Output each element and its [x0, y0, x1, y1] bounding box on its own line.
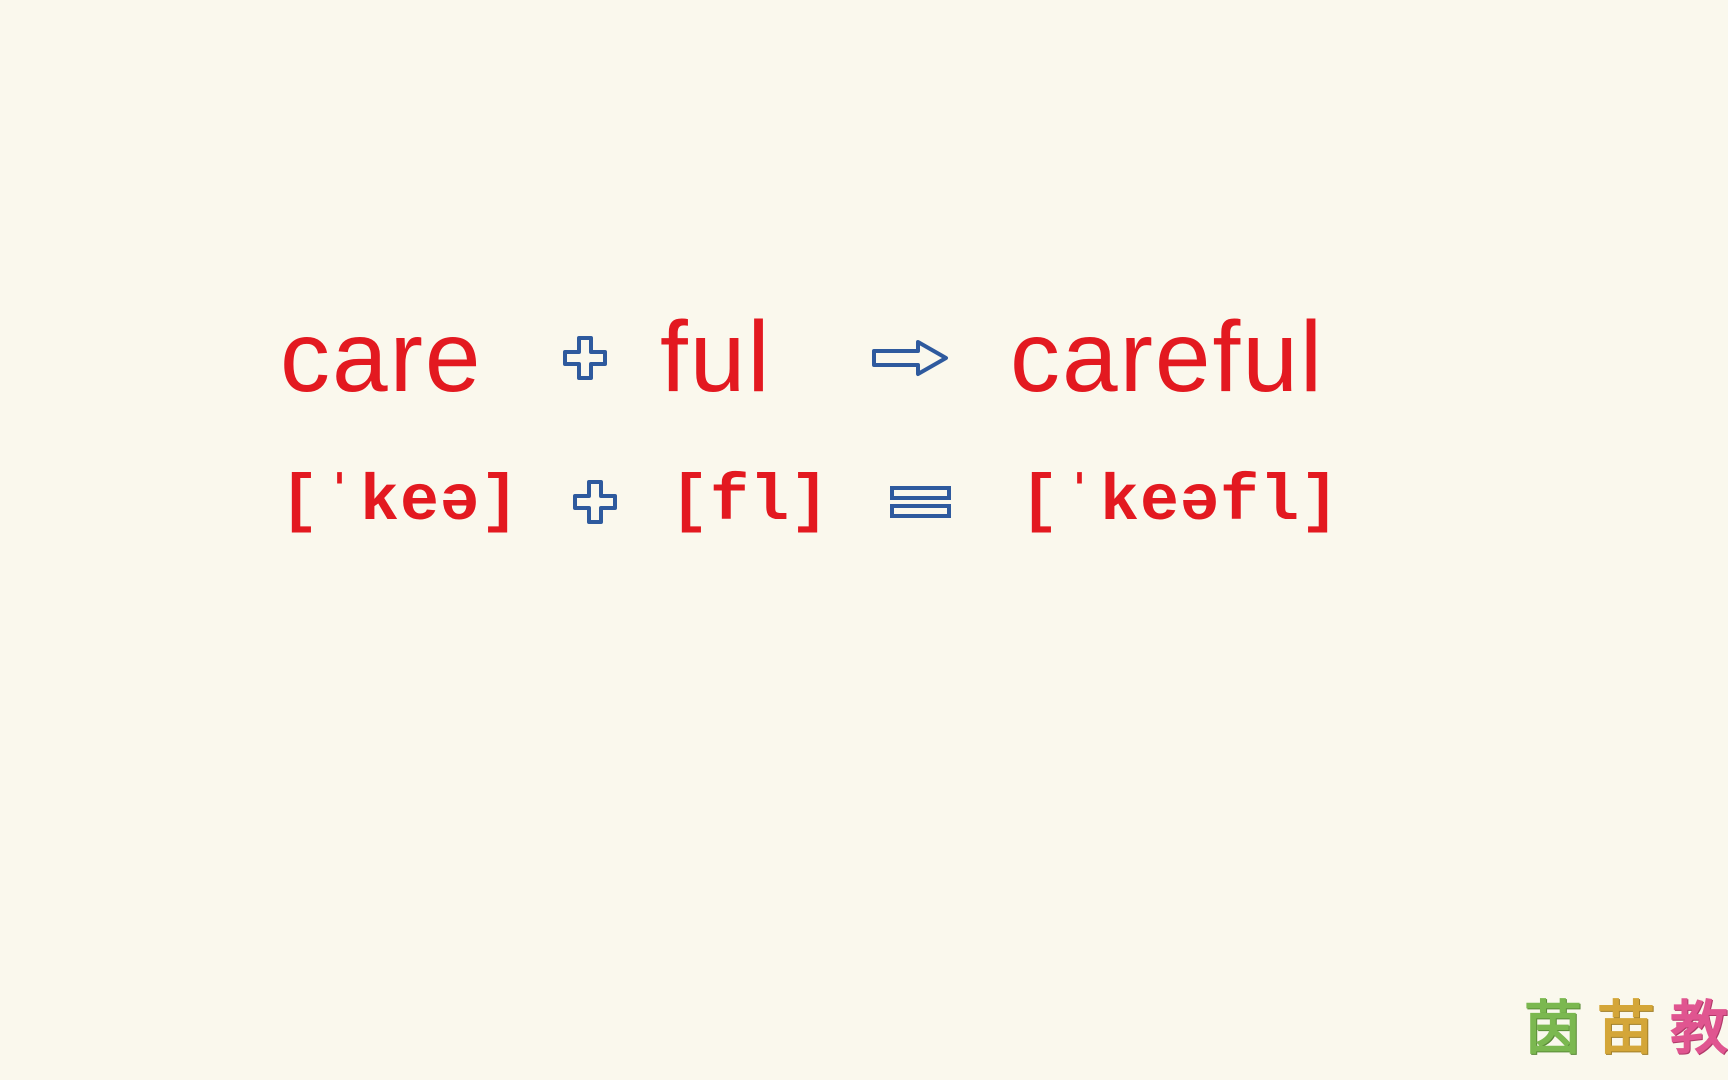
word-part-care: care [280, 300, 530, 415]
equals-icon [850, 482, 990, 522]
phonetic-fl: [fl] [650, 465, 850, 539]
watermark-char-1: 茵 [1524, 981, 1582, 1065]
plus-icon [540, 478, 650, 526]
phonetic-equation-row: [ˈkeə] [fl] [ˈkeəfl] [280, 465, 1480, 539]
phonetic-kea: [ˈkeə] [280, 465, 540, 539]
watermark-char-2: 苗 [1597, 981, 1655, 1065]
word-part-ful: ful [640, 300, 840, 415]
word-equation-row: care ful careful [280, 300, 1480, 415]
slide-content: care ful careful [ˈkeə] [fl] [ [280, 300, 1480, 589]
phonetic-keafl: [ˈkeəfl] [990, 465, 1480, 539]
plus-icon [530, 334, 640, 382]
watermark-char-3: 教 [1670, 981, 1728, 1065]
watermark: 茵 苗 教 [1524, 981, 1728, 1065]
word-result-careful: careful [980, 300, 1480, 415]
arrow-right-icon [840, 338, 980, 378]
